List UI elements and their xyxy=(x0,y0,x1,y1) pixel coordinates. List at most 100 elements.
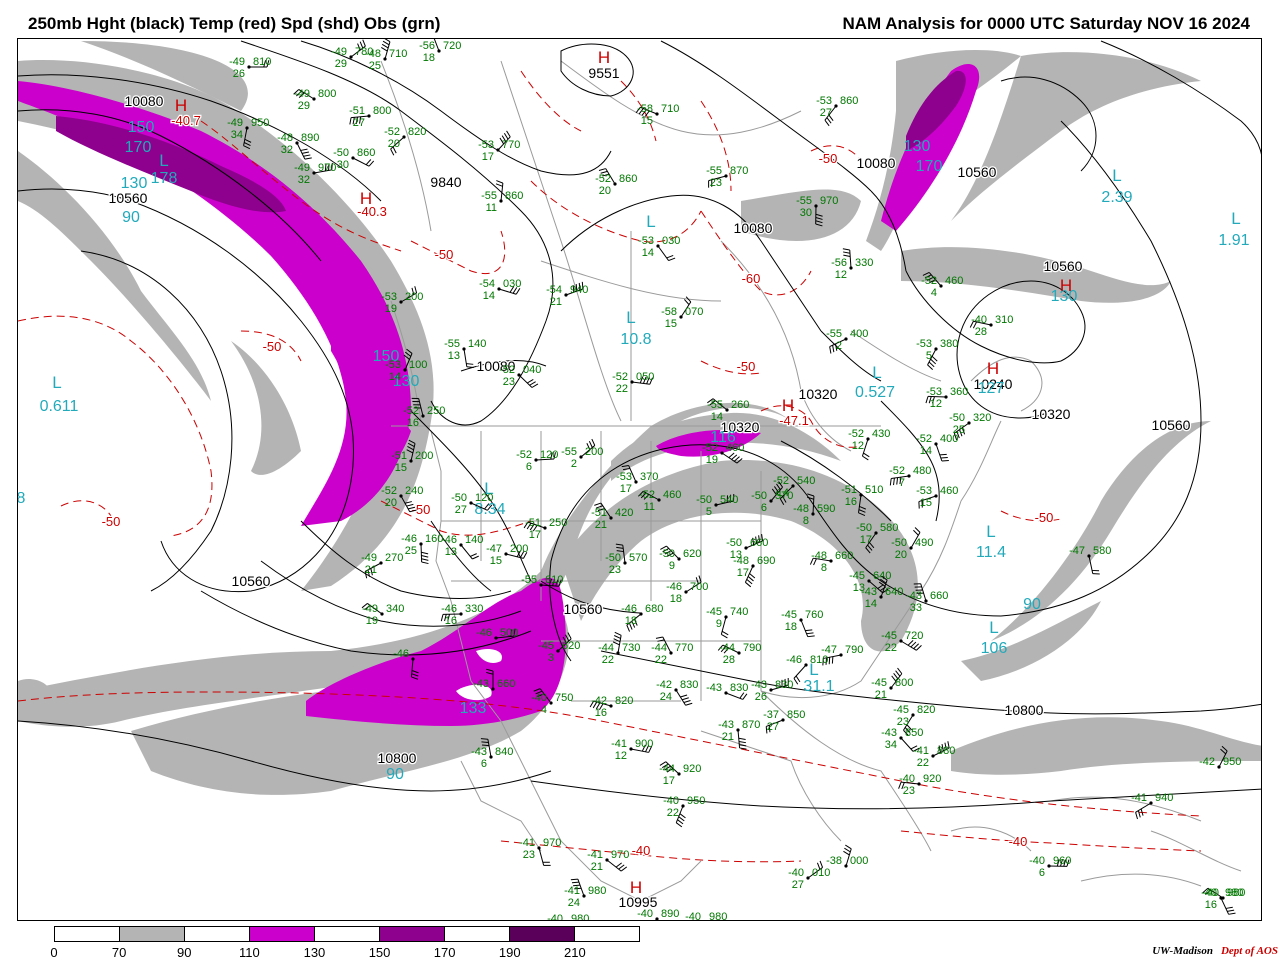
obs-height: 800 xyxy=(373,105,391,117)
temperature-label: -60 xyxy=(742,271,761,286)
obs-speed: 21 xyxy=(595,519,607,531)
obs-speed: 24 xyxy=(660,691,672,703)
obs-height: 580 xyxy=(1093,545,1111,557)
obs-height: 720 xyxy=(443,40,461,52)
obs-temperature: -46 xyxy=(476,627,492,639)
obs-speed: 20 xyxy=(895,549,907,561)
wind-barb xyxy=(737,729,741,748)
station-plot: -55 860 11 xyxy=(481,180,523,214)
station-plot: -40 920 23 xyxy=(898,773,941,797)
wind-barb xyxy=(900,737,914,752)
wind-barb-flag xyxy=(738,737,746,740)
speed-label: 1.91 xyxy=(1218,232,1249,249)
obs-height: 830 xyxy=(680,679,698,691)
height-label: 10320 xyxy=(1032,406,1071,422)
obs-temperature: -41 xyxy=(611,738,627,750)
wind-barb-flag xyxy=(824,119,830,127)
legend-label: 110 xyxy=(238,945,260,960)
wind-barb-flag xyxy=(683,699,691,703)
low-pressure-marker: L xyxy=(646,212,655,231)
station-plot: -40 960 6 xyxy=(1029,855,1071,879)
obs-height: 890 xyxy=(301,132,319,144)
obs-temperature: -52 xyxy=(595,173,611,185)
obs-temperature: -55 xyxy=(561,446,577,458)
obs-temperature: -41 xyxy=(587,849,603,861)
speed-label: 130 xyxy=(121,175,148,192)
obs-temperature: -50 xyxy=(696,494,712,506)
obs-height: 310 xyxy=(995,314,1013,326)
speed-label: 170 xyxy=(125,139,152,156)
map-title: 250mb Hght (black) Temp (red) Spd (shd) … xyxy=(28,14,441,33)
station-plot: -53 460 15 xyxy=(916,485,958,509)
weather-map[interactable]: 10080 10560 9840 9551 10080 10080 10080 10560 10… xyxy=(17,38,1262,921)
station-plot: -42 820 16 xyxy=(589,695,633,719)
obs-temperature: -52 xyxy=(921,275,937,287)
speed-label: 2.39 xyxy=(1101,189,1132,206)
wind-barb xyxy=(1135,802,1152,813)
obs-temperature: -43 xyxy=(861,586,877,598)
obs-height: 970 xyxy=(318,162,336,174)
obs-speed: 20 xyxy=(599,185,611,197)
station-plot: -52 050 22 xyxy=(612,371,654,395)
obs-height: 340 xyxy=(386,603,404,615)
obs-height: 200 xyxy=(405,291,423,303)
obs-temperature: -46 xyxy=(393,648,409,660)
obs-speed: 8 xyxy=(821,562,827,574)
wind-barb-flag xyxy=(739,744,747,747)
obs-temperature: -56 xyxy=(831,257,847,269)
wind-barb-flag xyxy=(300,148,308,151)
wind-barb-flag xyxy=(368,160,375,167)
station-plot: -53 860 27 xyxy=(816,95,858,127)
obs-height: 580 xyxy=(880,522,898,534)
obs-temperature: -40 xyxy=(531,692,547,704)
legend-swatch xyxy=(575,927,639,941)
wind-barb-flag xyxy=(421,555,429,558)
station-plot: -41 970 23 xyxy=(519,837,561,866)
obs-speed: 11 xyxy=(486,202,497,214)
obs-temperature: -53 xyxy=(616,471,632,483)
obs-speed: 16 xyxy=(595,707,607,719)
obs-speed: 29 xyxy=(298,100,310,112)
obs-speed: 28 xyxy=(723,654,735,666)
obs-speed: 30 xyxy=(337,159,349,171)
wind-barb-flag xyxy=(1137,810,1141,818)
obs-temperature: -41 xyxy=(519,837,535,849)
legend-label: 0 xyxy=(50,945,58,960)
wind-barb xyxy=(675,689,686,706)
obs-height: 730 xyxy=(622,642,640,654)
station-plot: -45 740 9 xyxy=(706,606,748,639)
obs-speed: 17 xyxy=(620,483,632,495)
obs-speed: 26 xyxy=(755,691,767,703)
obs-speed: 30 xyxy=(800,207,812,219)
obs-height: 950 xyxy=(1223,756,1241,768)
obs-temperature: -42 xyxy=(591,695,607,707)
wind-barb-flag xyxy=(746,578,753,585)
obs-height: 260 xyxy=(731,399,749,411)
obs-temperature: -38 xyxy=(826,855,842,867)
obs-height: 490 xyxy=(915,537,933,549)
speed-label: 90 xyxy=(122,209,140,226)
obs-temperature: -45 xyxy=(706,606,722,618)
obs-height: 030 xyxy=(662,235,680,247)
obs-temperature: -37 xyxy=(763,709,779,721)
station-plot: -46 140 13 xyxy=(441,534,483,560)
obs-temperature: -46 xyxy=(441,603,457,615)
wind-barb-flag xyxy=(721,633,728,639)
obs-height: 610 xyxy=(545,574,563,586)
obs-speed: 16 xyxy=(407,417,419,429)
obs-temperature: -49 xyxy=(294,88,310,100)
wind-barb-flag xyxy=(927,364,934,371)
station-plot: -49 270 21 xyxy=(361,552,403,579)
station-plot: -53 380 5 xyxy=(916,338,958,371)
station-plot: -53 030 14 xyxy=(638,235,680,262)
obs-temperature: -46 xyxy=(401,533,417,545)
obs-temperature: -43 xyxy=(751,679,767,691)
obs-height: 330 xyxy=(855,257,873,269)
obs-speed: 15 xyxy=(665,318,677,330)
wind-barb-flag xyxy=(421,561,429,565)
wind-barb-flag xyxy=(614,631,622,636)
speed-label: 133 xyxy=(460,700,487,717)
height-label: 10320 xyxy=(799,386,838,402)
low-pressure-marker: L xyxy=(626,308,635,327)
wind-barb xyxy=(900,640,917,651)
